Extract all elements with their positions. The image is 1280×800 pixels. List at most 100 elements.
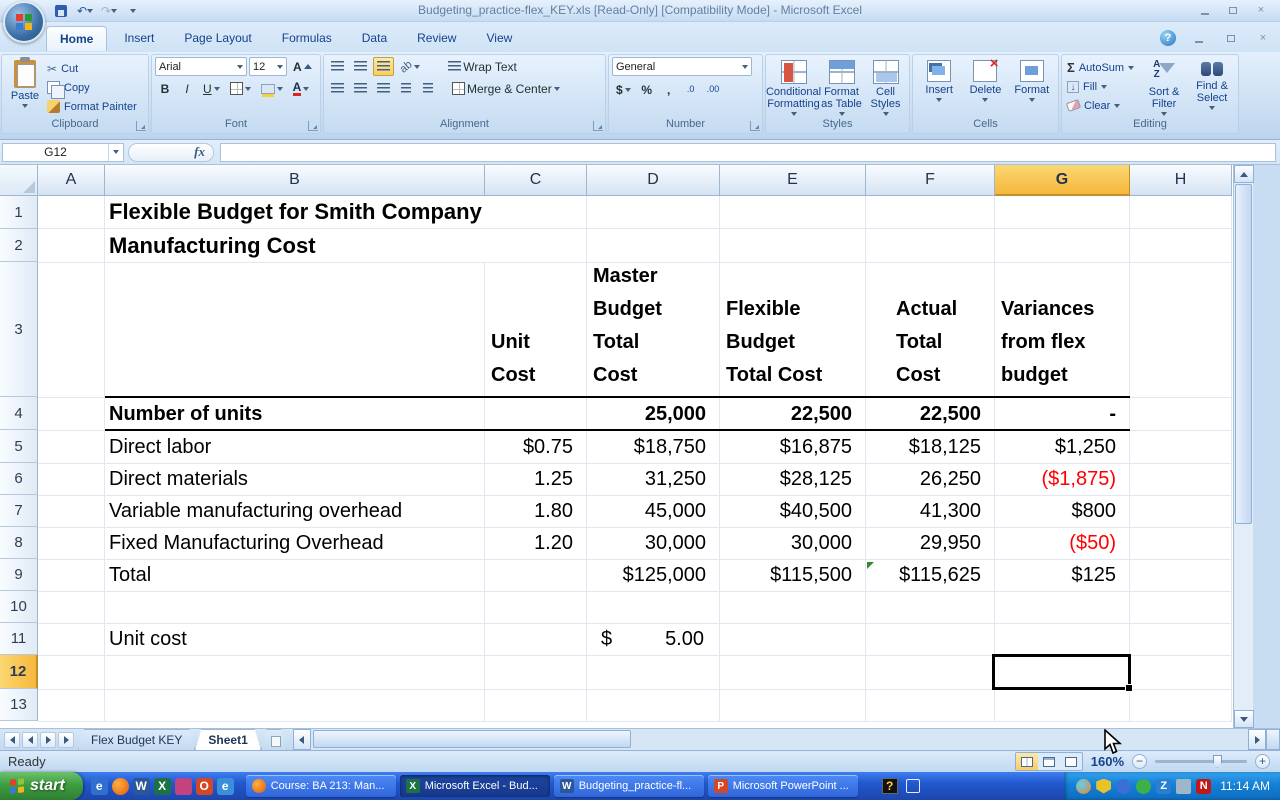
cell-F11[interactable] — [866, 624, 995, 655]
cell-D10[interactable] — [587, 592, 720, 623]
decrease-decimal-button[interactable]: .00 — [703, 80, 724, 99]
page-break-view-button[interactable] — [1060, 753, 1082, 770]
tab-view[interactable]: View — [473, 26, 525, 51]
cell-E1[interactable] — [720, 196, 866, 228]
help-tray-icon[interactable]: ? — [882, 778, 898, 794]
tab-split-handle[interactable] — [1266, 729, 1280, 750]
cell-E5[interactable]: $16,875 — [720, 431, 866, 463]
cell-E9[interactable]: $115,500 — [720, 560, 866, 591]
cell-G9[interactable]: $125 — [995, 560, 1130, 591]
tab-page-layout[interactable]: Page Layout — [171, 26, 264, 51]
cell-H9[interactable] — [1130, 560, 1232, 591]
comma-style-button[interactable]: , — [659, 80, 679, 99]
page-layout-view-button[interactable] — [1038, 753, 1060, 770]
font-color-button[interactable]: A — [289, 79, 314, 98]
cell-F9[interactable]: $115,625 — [866, 560, 995, 591]
zoom-out-button[interactable]: − — [1132, 754, 1147, 769]
minimize-button[interactable] — [1196, 3, 1214, 17]
insert-cells-button[interactable]: Insert — [919, 57, 959, 118]
cell-D3[interactable]: Master Budget Total Cost — [587, 263, 720, 397]
cell-D4[interactable]: 25,000 — [587, 398, 720, 430]
row-header-3[interactable]: 3 — [0, 262, 38, 397]
row-header-2[interactable]: 2 — [0, 229, 38, 262]
internet-explorer-icon[interactable]: e — [91, 778, 108, 795]
tab-data[interactable]: Data — [349, 26, 400, 51]
scroll-right-button[interactable] — [1248, 729, 1266, 750]
tab-formulas[interactable]: Formulas — [269, 26, 345, 51]
fill-color-button[interactable] — [257, 79, 287, 98]
cell-F6[interactable]: 26,250 — [866, 464, 995, 495]
accounting-format-button[interactable]: $ — [612, 80, 635, 99]
cell-H12[interactable] — [1130, 656, 1232, 689]
office-button[interactable] — [3, 1, 45, 43]
cell-G1[interactable] — [995, 196, 1130, 228]
scroll-up-button[interactable] — [1234, 165, 1254, 183]
cell-E2[interactable] — [720, 229, 866, 262]
vertical-scrollbar[interactable] — [1233, 165, 1253, 728]
wrap-text-button[interactable]: Wrap Text — [444, 57, 521, 76]
cell-A11[interactable] — [38, 624, 105, 655]
cell-F7[interactable]: 41,300 — [866, 496, 995, 527]
help-button[interactable]: ? — [1160, 30, 1176, 46]
column-header-D[interactable]: D — [587, 165, 720, 196]
row-header-12-selected[interactable]: 12 — [0, 655, 38, 689]
cell-H7[interactable] — [1130, 496, 1232, 527]
start-button[interactable]: start — [0, 772, 83, 800]
cell-F8[interactable]: 29,950 — [866, 528, 995, 559]
cell-D9[interactable]: $125,000 — [587, 560, 720, 591]
column-header-H[interactable]: H — [1130, 165, 1232, 196]
cell-C12[interactable] — [485, 656, 587, 689]
font-family-select[interactable]: Arial — [155, 57, 247, 76]
cell-E8[interactable]: 30,000 — [720, 528, 866, 559]
conditional-formatting-button[interactable]: Conditional Formatting — [771, 57, 817, 118]
cell-A9[interactable] — [38, 560, 105, 591]
first-sheet-button[interactable] — [4, 732, 20, 748]
cell-G4[interactable]: - — [995, 398, 1130, 430]
cell-F12[interactable] — [866, 656, 995, 689]
cell-E12[interactable] — [720, 656, 866, 689]
browser-icon[interactable]: e — [217, 778, 234, 795]
format-as-table-button[interactable]: Format as Table — [820, 57, 864, 118]
cell-D2[interactable] — [587, 229, 720, 262]
cell-B1[interactable]: Flexible Budget for Smith Company — [105, 196, 587, 228]
cell-D8[interactable]: 30,000 — [587, 528, 720, 559]
cell-A13[interactable] — [38, 690, 105, 721]
delete-cells-button[interactable]: Delete — [965, 57, 1005, 118]
column-header-G-selected[interactable]: G — [995, 165, 1130, 196]
cell-styles-button[interactable]: Cell Styles — [867, 57, 905, 118]
cell-A12[interactable] — [38, 656, 105, 689]
cell-B10[interactable] — [105, 592, 485, 623]
number-format-select[interactable]: General — [612, 57, 752, 76]
align-top-button[interactable] — [327, 57, 348, 76]
workbook-minimize-button[interactable] — [1190, 31, 1208, 45]
normal-view-button[interactable] — [1016, 753, 1038, 770]
row-header-8[interactable]: 8 — [0, 527, 38, 559]
z-app-icon[interactable]: Z — [1156, 779, 1171, 794]
fill-button[interactable]: ↓Fill — [1065, 77, 1136, 96]
cell-D6[interactable]: 31,250 — [587, 464, 720, 495]
close-button[interactable]: × — [1252, 3, 1270, 17]
align-middle-button[interactable] — [350, 57, 371, 76]
column-header-F[interactable]: F — [866, 165, 995, 196]
scroll-left-button[interactable] — [293, 729, 311, 750]
cell-F4[interactable]: 22,500 — [866, 398, 995, 430]
cell-C11[interactable] — [485, 624, 587, 655]
zoom-level[interactable]: 160% — [1091, 754, 1124, 769]
insert-worksheet-button[interactable] — [261, 729, 287, 750]
restore-button[interactable] — [1224, 3, 1242, 17]
name-box-dropdown[interactable] — [108, 144, 123, 161]
cell-C9[interactable] — [485, 560, 587, 591]
cell-A5[interactable] — [38, 431, 105, 463]
align-right-button[interactable] — [373, 79, 394, 98]
cell-B7[interactable]: Variable manufacturing overhead — [105, 496, 485, 527]
cell-B2[interactable]: Manufacturing Cost — [105, 229, 587, 262]
taskbar-button-excel-active[interactable]: X Microsoft Excel - Bud... — [400, 775, 550, 797]
cell-F3[interactable]: Actual Total Cost — [866, 263, 995, 397]
key-app-icon[interactable] — [175, 778, 192, 795]
zoom-slider-thumb[interactable] — [1213, 755, 1222, 768]
cell-H2[interactable] — [1130, 229, 1232, 262]
cell-F13[interactable] — [866, 690, 995, 721]
column-header-E[interactable]: E — [720, 165, 866, 196]
row-header-1[interactable]: 1 — [0, 196, 38, 229]
cell-C6[interactable]: 1.25 — [485, 464, 587, 495]
